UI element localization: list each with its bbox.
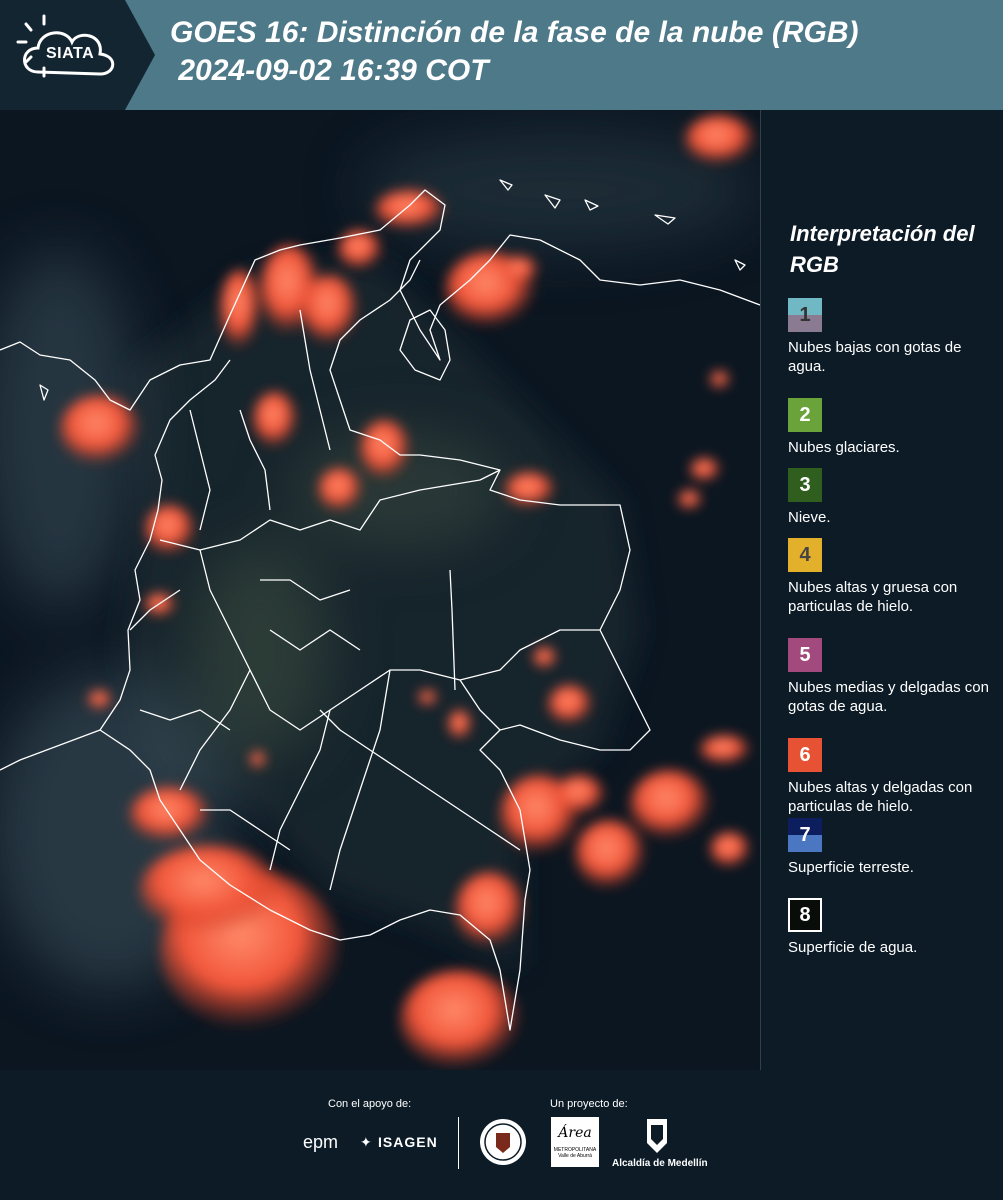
footer: Con el apoyo de: Un proyecto de: epm ✦ I… bbox=[0, 1070, 1003, 1200]
area-logo-tagline: Valle de Aburrá bbox=[558, 1153, 592, 1159]
area-metropolitana-logo: Área METROPOLITANA Valle de Aburrá bbox=[551, 1117, 599, 1167]
legend-label: Superficie de agua. bbox=[788, 939, 918, 956]
legend-item-6: 6 Nubes altas y delgadas con particulas d… bbox=[788, 738, 993, 816]
legend-label: Superficie terreste. bbox=[788, 859, 914, 876]
legend-swatch-5: 5 bbox=[788, 638, 822, 672]
legend-label: Nieve. bbox=[788, 509, 831, 526]
university-seal-icon bbox=[478, 1117, 528, 1167]
legend-label: Nubes glaciares. bbox=[788, 439, 900, 456]
legend-item-2: 2 Nubes glaciares. bbox=[788, 398, 993, 457]
legend-item-7: 7 Superficie terreste. bbox=[788, 818, 993, 877]
legend-swatch-6: 6 bbox=[788, 738, 822, 772]
legend-swatch-number: 5 bbox=[799, 643, 811, 666]
legend-label: Nubes bajas con gotas de agua. bbox=[788, 339, 962, 375]
legend-swatch-4: 4 bbox=[788, 538, 822, 572]
legend-item-4: 4 Nubes altas y gruesa con particulas de … bbox=[788, 538, 993, 616]
legend-label: Nubes medias y delgadas con gotas de agu… bbox=[788, 679, 989, 715]
satellite-image bbox=[0, 110, 760, 1070]
legend-swatch-2: 2 bbox=[788, 398, 822, 432]
isagen-logo: ISAGEN bbox=[378, 1134, 438, 1150]
legend-item-8: 8 Superficie de agua. bbox=[788, 898, 993, 957]
legend-swatch-number: 8 bbox=[799, 903, 811, 926]
project-label: Un proyecto de: bbox=[550, 1098, 628, 1110]
legend-swatch-number: 3 bbox=[799, 473, 811, 496]
legend-swatch-7: 7 bbox=[788, 818, 822, 852]
area-logo-title: Área bbox=[558, 1125, 592, 1141]
alcaldia-logo-text: Alcaldía de Medellín bbox=[612, 1158, 708, 1169]
header-bar: SIATA GOES 16: Distinción de la fase de … bbox=[0, 0, 1003, 110]
legend-item-3: 3 Nieve. bbox=[788, 468, 993, 527]
legend-label: Nubes altas y delgadas con particulas de… bbox=[788, 779, 973, 815]
medellin-shield-icon bbox=[645, 1117, 669, 1155]
support-label: Con el apoyo de: bbox=[328, 1098, 412, 1110]
isagen-icon: ✦ bbox=[360, 1135, 372, 1151]
epm-logo: epm bbox=[303, 1132, 339, 1152]
legend-swatch-number: 4 bbox=[799, 543, 811, 566]
legend-swatch-number: 2 bbox=[799, 403, 811, 426]
footer-divider bbox=[458, 1117, 459, 1169]
legend-swatch-8: 8 bbox=[788, 898, 822, 932]
legend-swatch-1: 1 bbox=[788, 298, 822, 332]
legend-swatch-number: 1 bbox=[799, 303, 811, 326]
legend-panel: Interpretación del RGB 1 Nubes bajas con … bbox=[772, 110, 1003, 1070]
logo-text: SIATA bbox=[46, 45, 95, 62]
page-title: GOES 16: Distinción de la fase de la nub… bbox=[170, 16, 859, 87]
legend-label: Nubes altas y gruesa con particulas de h… bbox=[788, 579, 958, 615]
legend-swatch-3: 3 bbox=[788, 468, 822, 502]
legend-item-1: 1 Nubes bajas con gotas de agua. bbox=[788, 298, 993, 376]
satellite-map bbox=[0, 110, 761, 1070]
legend-swatch-number: 7 bbox=[799, 823, 811, 846]
legend-title: Interpretación del RGB bbox=[790, 221, 975, 277]
legend-swatch-number: 6 bbox=[799, 743, 811, 766]
siata-logo: SIATA bbox=[0, 0, 155, 110]
legend-item-5: 5 Nubes medias y delgadas con gotas de ag… bbox=[788, 638, 993, 716]
